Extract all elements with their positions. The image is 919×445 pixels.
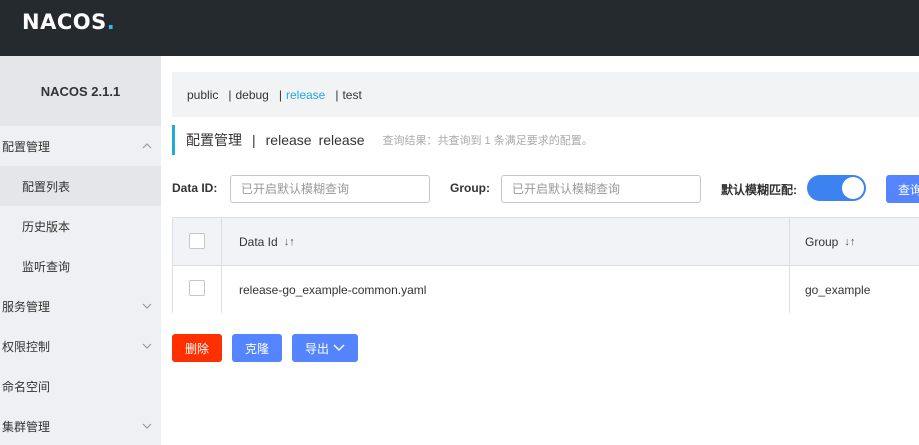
page-title-text: 配置管理 xyxy=(186,132,242,148)
search-button[interactable]: 查询 xyxy=(886,175,919,203)
dataid-label: Data ID: xyxy=(172,181,218,195)
sidebar-item-namespace[interactable]: 命名空间 xyxy=(0,366,161,406)
sidebar-item-access-control[interactable]: 权限控制 xyxy=(0,326,161,366)
dataid-input[interactable] xyxy=(230,175,430,203)
sidebar-item-label: 服务管理 xyxy=(2,299,51,314)
export-button[interactable]: 导出 xyxy=(292,334,358,362)
export-button-label: 导出 xyxy=(304,341,329,356)
namespace-separator: | xyxy=(335,87,339,102)
cell-group: go_example xyxy=(805,282,871,297)
fuzzy-match-label: 默认模糊匹配: xyxy=(721,183,797,197)
sidebar-item-label: 权限控制 xyxy=(2,339,51,354)
logo-text: NACOS xyxy=(22,10,107,34)
version-label: NACOS 2.1.1 xyxy=(0,56,161,126)
sidebar-item-service-management[interactable]: 服务管理 xyxy=(0,286,161,326)
namespace-test[interactable]: test xyxy=(342,88,361,102)
chevron-up-icon xyxy=(141,140,153,152)
column-divider xyxy=(789,218,790,265)
query-result-text: 查询结果：共查询到 1 条满足要求的配置。 xyxy=(382,135,593,147)
table-header: Data Id ↓↑ Group ↓↑ xyxy=(173,218,919,266)
column-divider xyxy=(789,266,790,313)
namespace-release[interactable]: release xyxy=(286,88,325,102)
column-header-group[interactable]: Group ↓↑ xyxy=(805,218,855,265)
sidebar-item-config-list[interactable]: 配置列表 xyxy=(0,166,161,206)
sort-icon[interactable]: ↓↑ xyxy=(844,236,855,248)
sort-icon[interactable]: ↓↑ xyxy=(284,236,295,248)
column-divider xyxy=(221,266,222,313)
namespace-debug[interactable]: debug xyxy=(235,88,268,102)
table-row: release-go_example-common.yaml go_exampl… xyxy=(173,266,919,313)
nacos-logo[interactable]: NACOS. xyxy=(22,10,115,34)
sidebar-item-label: 命名空间 xyxy=(2,379,51,394)
top-header: NACOS. xyxy=(0,0,919,56)
chevron-down-icon xyxy=(141,340,153,352)
column-header-label: Data Id xyxy=(239,234,278,249)
cell-dataid: release-go_example-common.yaml xyxy=(239,282,427,297)
namespace-separator: | xyxy=(278,87,282,102)
fuzzy-match-toggle[interactable] xyxy=(807,175,866,201)
namespace-public[interactable]: public xyxy=(187,88,218,102)
logo-dot: . xyxy=(106,10,116,34)
namespace-separator: | xyxy=(228,87,232,102)
sidebar: NACOS 2.1.1 配置管理 配置列表 历史版本 监听查询 服务管理 权限控… xyxy=(0,56,161,445)
page-title: 配置管理 | release release 查询结果：共查询到 1 条满足要求… xyxy=(172,125,593,155)
group-label: Group: xyxy=(450,181,490,195)
select-all-checkbox[interactable] xyxy=(189,233,205,249)
sidebar-item-label: 配置管理 xyxy=(2,139,51,154)
sidebar-item-label: 配置列表 xyxy=(22,179,71,194)
column-header-dataid[interactable]: Data Id ↓↑ xyxy=(239,218,295,265)
chevron-down-icon xyxy=(141,420,153,432)
column-header-label: Group xyxy=(805,234,839,249)
column-divider xyxy=(221,218,222,265)
clone-button[interactable]: 克隆 xyxy=(232,334,282,362)
chevron-down-icon xyxy=(333,344,345,351)
namespace-bar: public | debug | release | test xyxy=(172,72,919,117)
title-namespace-name: release xyxy=(265,132,312,148)
toggle-knob xyxy=(842,177,864,199)
sidebar-item-label: 集群管理 xyxy=(2,419,51,434)
title-separator: | xyxy=(252,132,256,148)
sidebar-item-config-management[interactable]: 配置管理 xyxy=(0,126,161,166)
sidebar-item-label: 监听查询 xyxy=(22,259,71,274)
config-table: Data Id ↓↑ Group ↓↑ release-go_example-c… xyxy=(172,217,919,313)
sidebar-item-history[interactable]: 历史版本 xyxy=(0,206,161,246)
sidebar-item-label: 历史版本 xyxy=(22,219,71,234)
row-checkbox[interactable] xyxy=(189,280,205,296)
group-input[interactable] xyxy=(501,175,701,203)
sidebar-item-listener-query[interactable]: 监听查询 xyxy=(0,246,161,286)
chevron-down-icon xyxy=(141,300,153,312)
title-namespace-id: release xyxy=(318,132,365,148)
sidebar-item-cluster-management[interactable]: 集群管理 xyxy=(0,406,161,445)
delete-button[interactable]: 删除 xyxy=(172,334,222,362)
